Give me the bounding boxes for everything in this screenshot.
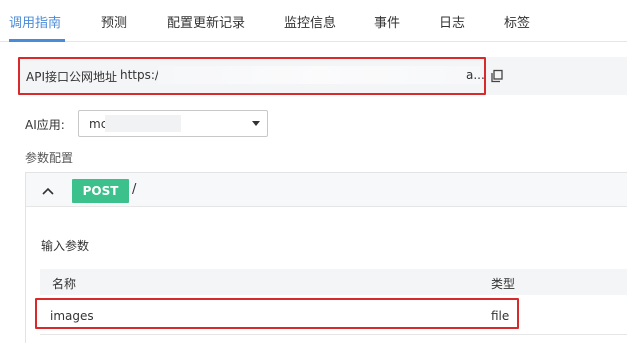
tab-tags[interactable]: 标签	[504, 12, 530, 31]
table-header: 名称 类型	[40, 269, 627, 295]
tab-monitoring[interactable]: 监控信息	[284, 12, 336, 31]
param-row-highlight	[35, 298, 519, 329]
param-config-title: 参数配置	[25, 151, 74, 165]
tab-config-history[interactable]: 配置更新记录	[167, 12, 245, 31]
chevron-down-icon	[252, 121, 260, 126]
ai-app-select[interactable]: mc	[78, 110, 268, 137]
column-header-type: 类型	[491, 277, 516, 291]
param-panel-header: POST /	[26, 173, 627, 207]
http-method-badge: POST	[72, 179, 129, 203]
api-address-highlight	[18, 57, 486, 95]
tab-logs[interactable]: 日志	[439, 12, 465, 31]
api-path: /	[132, 182, 137, 197]
tab-guide[interactable]: 调用指南	[9, 12, 61, 31]
chevron-up-icon[interactable]	[40, 183, 56, 197]
tab-events[interactable]: 事件	[374, 12, 400, 31]
redacted-select-value	[105, 115, 181, 132]
active-tab-indicator	[9, 39, 65, 42]
tab-predict[interactable]: 预测	[101, 12, 127, 31]
tab-bar: 调用指南 预测 配置更新记录 监控信息 事件 日志 标签	[0, 0, 627, 42]
column-header-name: 名称	[52, 277, 77, 291]
copy-icon[interactable]	[490, 68, 504, 83]
ai-app-label: AI应用:	[25, 118, 65, 132]
input-params-title: 输入参数	[41, 239, 90, 253]
